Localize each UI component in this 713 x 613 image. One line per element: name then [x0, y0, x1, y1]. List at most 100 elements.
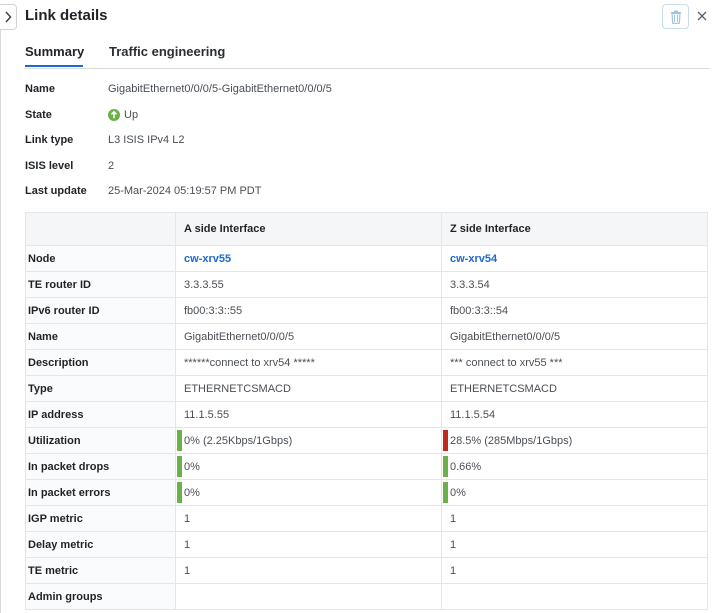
detail-label: Name — [25, 83, 55, 95]
detail-value: 25-Mar-2024 05:19:57 PM PDT — [108, 185, 262, 197]
z-side-value: 1 — [441, 505, 708, 532]
metric-text: 0% — [184, 486, 200, 499]
table-row: Delay metric 1 1 — [25, 531, 708, 558]
interface-table: A side Interface Z side Interface Node c… — [25, 212, 708, 610]
collapse-panel-button[interactable] — [0, 4, 17, 30]
detail-row-state: State Up — [25, 102, 138, 128]
a-side-value: 0% — [175, 479, 442, 506]
metric-text: 0.66% — [450, 460, 482, 473]
a-side-value: 0% — [175, 453, 442, 480]
table-row: In packet drops 0% 0.66% — [25, 453, 708, 480]
a-side-value: 1 — [175, 505, 442, 532]
a-side-value — [175, 583, 442, 610]
z-side-value: ETHERNETCSMACD — [441, 375, 708, 402]
row-label: In packet errors — [25, 479, 176, 506]
node-link-text[interactable]: cw-xrv55 — [184, 253, 231, 265]
a-side-value: ******connect to xrv54 ***** — [175, 349, 442, 376]
table-row: IGP metric 1 1 — [25, 505, 708, 532]
table-row: TE router ID 3.3.3.55 3.3.3.54 — [25, 271, 708, 298]
tab-summary[interactable]: Summary — [25, 44, 84, 67]
a-side-value: 11.1.5.55 — [175, 401, 442, 428]
z-side-value — [441, 583, 708, 610]
row-label: TE metric — [25, 557, 176, 584]
table-row: Description ******connect to xrv54 *****… — [25, 349, 708, 376]
row-label: Utilization — [25, 427, 176, 454]
row-label: Node — [25, 245, 176, 272]
detail-row-link-type: Link type L3 ISIS IPv4 L2 — [25, 127, 184, 153]
detail-value: L3 ISIS IPv4 L2 — [108, 134, 185, 146]
row-label: Admin groups — [25, 583, 176, 610]
delete-button[interactable] — [662, 4, 689, 29]
z-side-value: 1 — [441, 557, 708, 584]
column-header-z-side: Z side Interface — [441, 212, 708, 246]
state-value: Up — [108, 109, 138, 121]
row-label: In packet drops — [25, 453, 176, 480]
z-side-value: 28.5% (285Mbps/1Gbps) — [441, 427, 708, 454]
detail-value: 2 — [108, 160, 115, 172]
z-side-value: 0.66% — [441, 453, 708, 480]
row-label: TE router ID — [25, 271, 176, 298]
status-indicator-ok — [177, 456, 182, 477]
row-label: Type — [25, 375, 176, 402]
z-side-value: 1 — [441, 531, 708, 558]
metric-text: 0% (2.25Kbps/1Gbps) — [184, 434, 293, 447]
z-side-value: 3.3.3.54 — [441, 271, 708, 298]
table-row: Node cw-xrv55 cw-xrv54 — [25, 245, 708, 272]
z-side-node-link[interactable]: cw-xrv54 — [441, 245, 708, 272]
panel-divider — [0, 30, 1, 613]
z-side-value: 11.1.5.54 — [441, 401, 708, 428]
row-label: Delay metric — [25, 531, 176, 558]
a-side-value: 3.3.3.55 — [175, 271, 442, 298]
status-indicator-critical — [443, 430, 448, 451]
status-indicator-ok — [177, 482, 182, 503]
node-link-text[interactable]: cw-xrv54 — [450, 253, 497, 265]
state-text: Up — [124, 109, 139, 121]
close-button[interactable] — [694, 8, 710, 24]
column-header — [25, 212, 176, 246]
z-side-value: GigabitEthernet0/0/0/5 — [441, 323, 708, 350]
trash-icon — [670, 10, 681, 24]
column-header-a-side: A side Interface — [175, 212, 442, 246]
table-row: In packet errors 0% 0% — [25, 479, 708, 506]
row-label: IPv6 router ID — [25, 297, 176, 324]
row-label: IGP metric — [25, 505, 176, 532]
z-side-value: fb00:3:3::54 — [441, 297, 708, 324]
z-side-value: 0% — [441, 479, 708, 506]
a-side-value: fb00:3:3::55 — [175, 297, 442, 324]
row-label: Name — [25, 323, 176, 350]
close-icon — [697, 11, 707, 21]
arrow-up-circle-icon — [108, 109, 120, 121]
detail-label: Last update — [25, 185, 87, 197]
table-row: IPv6 router ID fb00:3:3::55 fb00:3:3::54 — [25, 297, 708, 324]
metric-text: 28.5% (285Mbps/1Gbps) — [450, 434, 573, 447]
table-row: Utilization 0% (2.25Kbps/1Gbps) 28.5% (2… — [25, 427, 708, 454]
table-row: IP address 11.1.5.55 11.1.5.54 — [25, 401, 708, 428]
z-side-value: *** connect to xrv55 *** — [441, 349, 708, 376]
a-side-value: 1 — [175, 531, 442, 558]
detail-row-last-update: Last update 25-Mar-2024 05:19:57 PM PDT — [25, 178, 261, 204]
table-row: Type ETHERNETCSMACD ETHERNETCSMACD — [25, 375, 708, 402]
detail-value: GigabitEthernet0/0/0/5-GigabitEthernet0/… — [108, 83, 332, 95]
metric-text: 0% — [450, 486, 466, 499]
chevron-right-icon — [5, 11, 12, 23]
detail-label: ISIS level — [25, 160, 74, 172]
a-side-value: 1 — [175, 557, 442, 584]
tab-bar: Summary Traffic engineering — [25, 44, 710, 69]
metric-text: 0% — [184, 460, 200, 473]
table-row: TE metric 1 1 — [25, 557, 708, 584]
status-indicator-ok — [177, 430, 182, 451]
table-header-row: A side Interface Z side Interface — [25, 212, 708, 246]
table-row: Admin groups — [25, 583, 708, 610]
tab-traffic-engineering[interactable]: Traffic engineering — [109, 44, 225, 65]
status-indicator-ok — [443, 482, 448, 503]
status-indicator-ok — [443, 456, 448, 477]
table-row: Name GigabitEthernet0/0/0/5 GigabitEther… — [25, 323, 708, 350]
row-label: IP address — [25, 401, 176, 428]
detail-row-name: Name GigabitEthernet0/0/0/5-GigabitEther… — [25, 76, 332, 102]
a-side-node-link[interactable]: cw-xrv55 — [175, 245, 442, 272]
a-side-value: 0% (2.25Kbps/1Gbps) — [175, 427, 442, 454]
detail-label: Link type — [25, 134, 74, 146]
a-side-value: ETHERNETCSMACD — [175, 375, 442, 402]
detail-row-isis-level: ISIS level 2 — [25, 153, 114, 179]
a-side-value: GigabitEthernet0/0/0/5 — [175, 323, 442, 350]
